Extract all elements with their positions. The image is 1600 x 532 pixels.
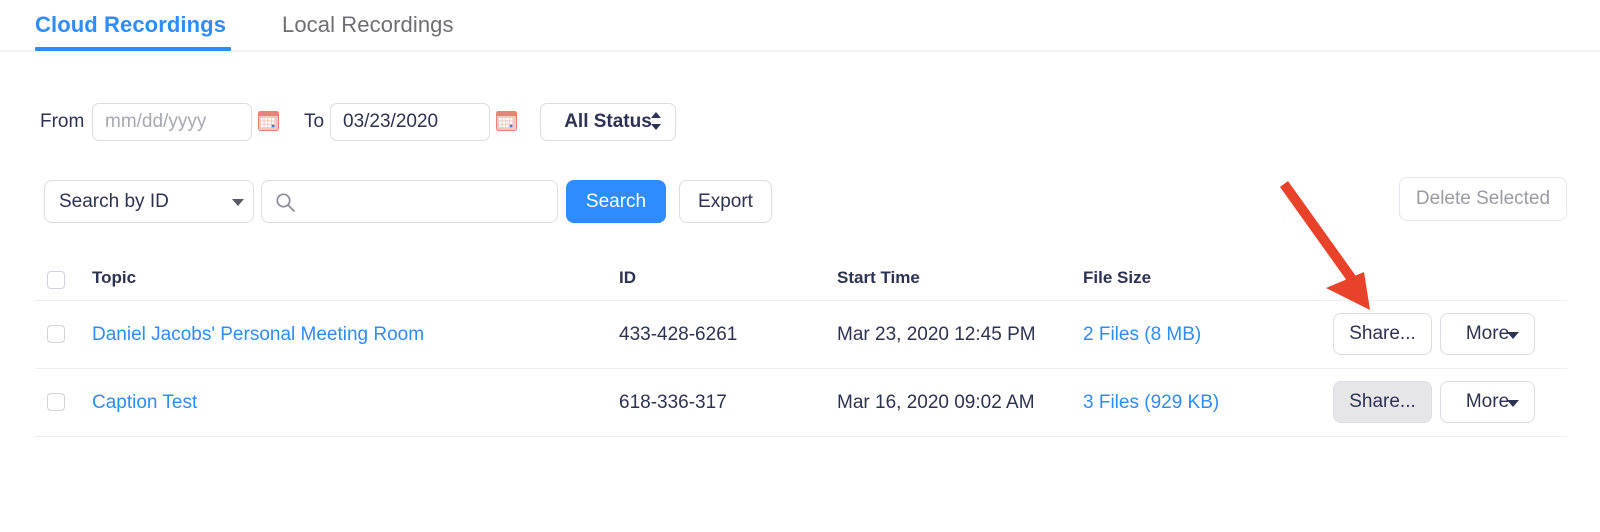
recordings-table: Topic ID Start Time File Size Daniel Jac… xyxy=(35,256,1567,437)
recording-file-size-link[interactable]: 3 Files (929 KB) xyxy=(1083,392,1219,414)
column-header-start-time: Start Time xyxy=(837,268,920,287)
tab-local-recordings[interactable]: Local Recordings xyxy=(282,0,454,50)
column-header-topic: Topic xyxy=(92,268,137,287)
table-row: Daniel Jacobs' Personal Meeting Room 433… xyxy=(35,301,1567,369)
search-toolbar: Search by ID Search Export Delete Select… xyxy=(0,177,1600,226)
search-by-select[interactable]: Search by ID xyxy=(44,180,254,223)
to-date-input[interactable] xyxy=(330,103,490,141)
search-input[interactable] xyxy=(304,181,552,224)
more-button[interactable]: More xyxy=(1440,313,1535,355)
tab-active-indicator xyxy=(35,47,231,51)
tab-cloud-recordings[interactable]: Cloud Recordings xyxy=(35,0,226,50)
recording-file-size-link[interactable]: 2 Files (8 MB) xyxy=(1083,324,1201,346)
status-filter-select[interactable]: All Status xyxy=(540,103,676,141)
recording-topic-link[interactable]: Daniel Jacobs' Personal Meeting Room xyxy=(92,324,424,346)
select-all-checkbox[interactable] xyxy=(47,271,65,289)
recording-start-time: Mar 23, 2020 12:45 PM xyxy=(837,324,1036,345)
search-icon xyxy=(275,192,296,213)
search-input-wrapper xyxy=(261,180,558,224)
calendar-icon-from[interactable] xyxy=(258,111,279,131)
column-header-file-size: File Size xyxy=(1083,268,1152,287)
recording-start-time: Mar 16, 2020 09:02 AM xyxy=(837,392,1035,413)
row-select-checkbox[interactable] xyxy=(47,393,65,411)
table-header-row: Topic ID Start Time File Size xyxy=(35,256,1567,301)
more-button[interactable]: More xyxy=(1440,381,1535,423)
share-button[interactable]: Share... xyxy=(1333,313,1432,355)
recording-id: 433-428-6261 xyxy=(619,324,738,345)
search-button[interactable]: Search xyxy=(566,180,666,223)
date-filter-row: From To xyxy=(0,100,1600,150)
recording-id: 618-336-317 xyxy=(619,392,727,413)
from-date-input[interactable] xyxy=(92,103,252,141)
share-button[interactable]: Share... xyxy=(1333,381,1432,423)
delete-selected-button[interactable]: Delete Selected xyxy=(1399,177,1567,221)
calendar-icon-to[interactable] xyxy=(496,111,517,131)
from-label: From xyxy=(40,111,85,132)
to-label: To xyxy=(304,111,325,132)
table-row: Caption Test 618-336-317 Mar 16, 2020 09… xyxy=(35,369,1567,437)
tab-bar-divider xyxy=(0,50,1600,52)
tab-bar: Cloud Recordings Local Recordings xyxy=(0,0,1600,52)
row-select-checkbox[interactable] xyxy=(47,325,65,343)
export-button[interactable]: Export xyxy=(679,180,772,223)
column-header-id: ID xyxy=(619,268,636,287)
recording-topic-link[interactable]: Caption Test xyxy=(92,392,197,414)
